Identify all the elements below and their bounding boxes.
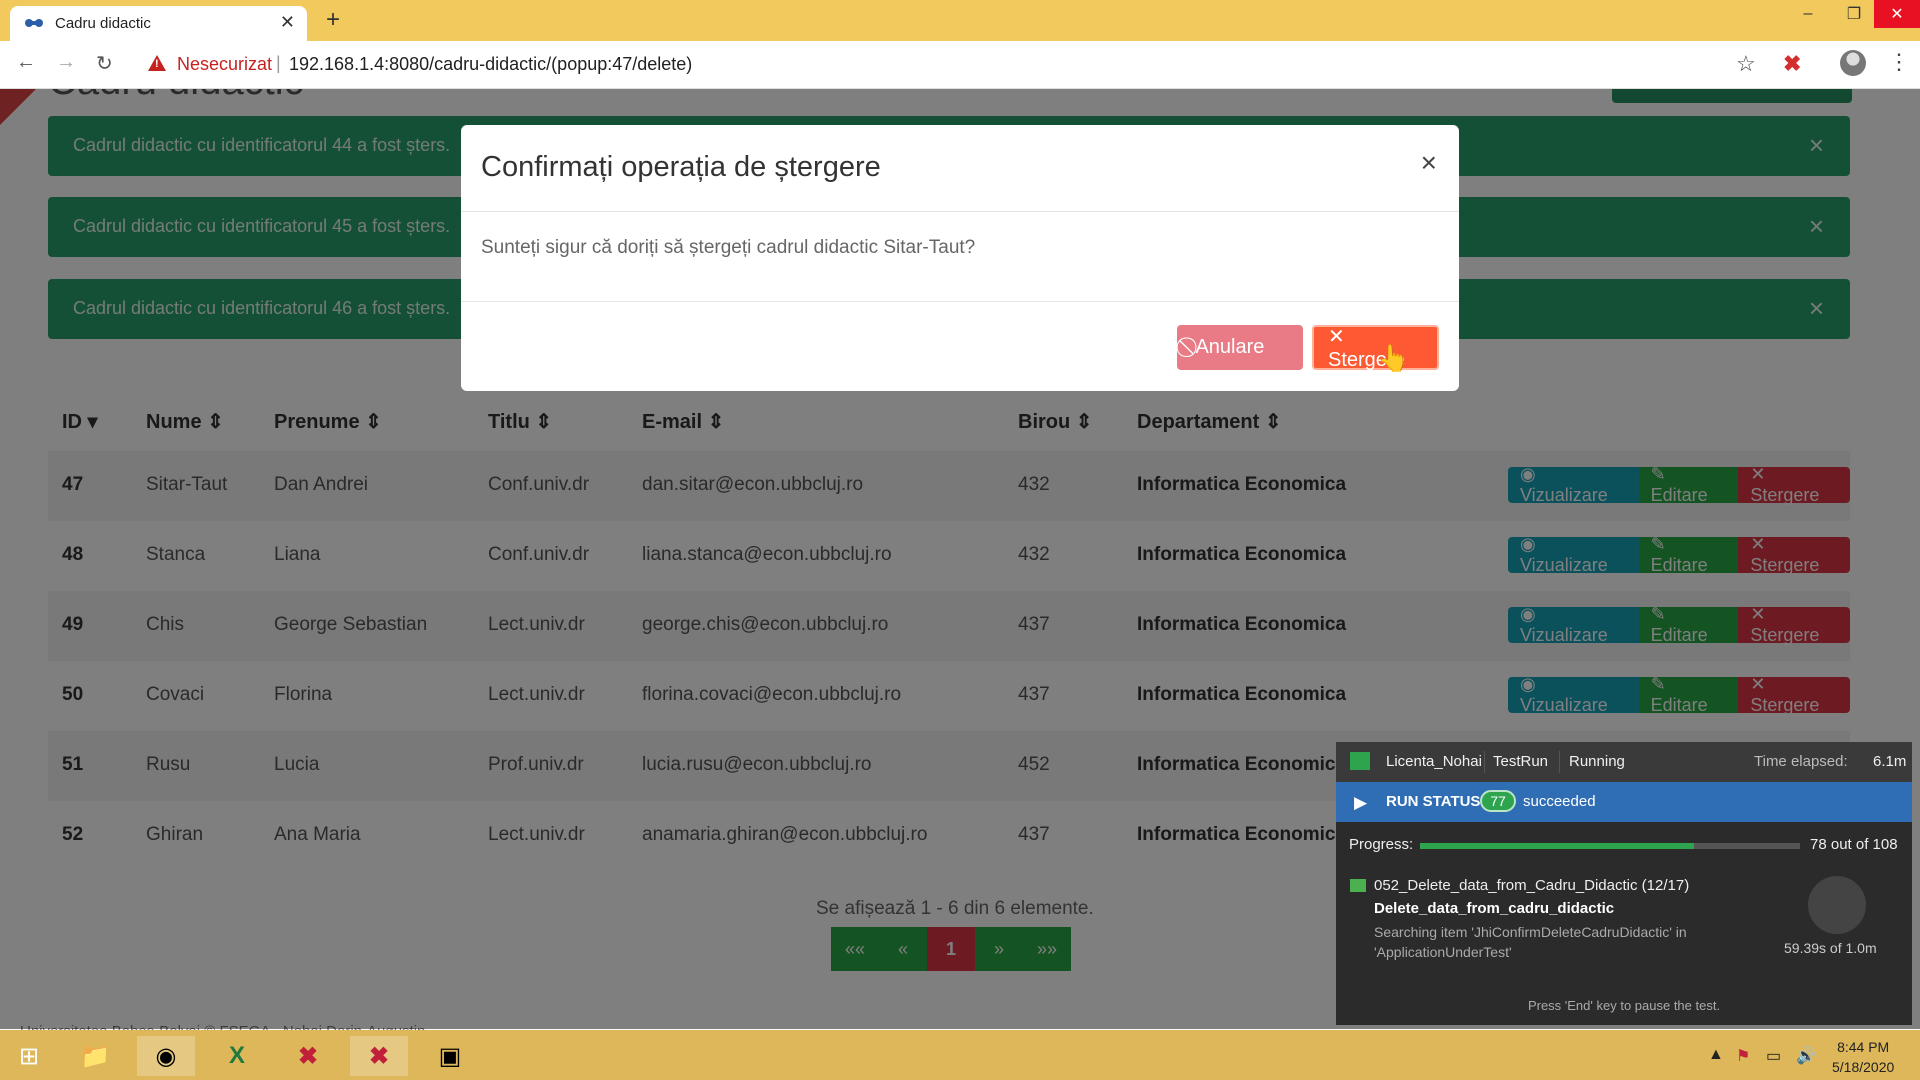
- timeout-progress-icon: [1808, 876, 1866, 934]
- tray-expand-icon[interactable]: ▲: [1708, 1046, 1724, 1064]
- browser-toolbar: ← → ↻ ! Nesecurizat | 192.168.1.4:8080/c…: [0, 41, 1920, 89]
- file-explorer-icon[interactable]: 📁: [66, 1036, 124, 1076]
- reload-icon[interactable]: ↻: [96, 51, 113, 76]
- excel-icon[interactable]: X: [208, 1036, 266, 1076]
- current-action: Searching item 'JhiConfirmDeleteCadruDid…: [1374, 924, 1687, 960]
- tab-title: Cadru didactic: [55, 15, 151, 32]
- clock[interactable]: 8:44 PM 5/18/2020: [1832, 1037, 1894, 1077]
- confirm-delete-button[interactable]: ✕ Stergere: [1312, 325, 1439, 371]
- divider: [1484, 751, 1485, 773]
- timeout-value: 59.39s of 1.0m: [1784, 940, 1877, 956]
- forward-icon[interactable]: →: [56, 51, 76, 74]
- clock-time: 8:44 PM: [1837, 1039, 1890, 1055]
- network-icon[interactable]: ▭: [1766, 1046, 1781, 1066]
- hand-cursor-icon: 👆: [1377, 343, 1410, 373]
- volume-icon[interactable]: 🔊: [1796, 1046, 1816, 1066]
- tray-flag-icon[interactable]: ⚑: [1736, 1046, 1750, 1066]
- run-status-bar: ▶ RUN STATUS 77 succeeded: [1336, 782, 1912, 822]
- warning-icon[interactable]: !: [148, 55, 166, 71]
- browser-titlebar: Cadru didactic ✕ + – ❐ ✕: [0, 0, 1920, 41]
- new-tab-button[interactable]: +: [326, 6, 340, 34]
- windows-start-icon[interactable]: ⊞: [0, 1036, 58, 1076]
- divider: [1559, 751, 1560, 773]
- progress-bar: [1420, 843, 1800, 849]
- flag-icon: [1350, 752, 1370, 770]
- test-run-header: Licenta_Nohai TestRun Running Time elaps…: [1336, 742, 1912, 782]
- app-window-icon[interactable]: ▣: [421, 1036, 479, 1076]
- succeeded-label: succeeded: [1523, 793, 1596, 810]
- bookmark-star-icon[interactable]: ☆: [1736, 51, 1756, 77]
- play-icon[interactable]: ▶: [1354, 793, 1367, 813]
- profile-avatar[interactable]: [1840, 50, 1866, 76]
- taskbar: ⊞ 📁 ◉ X ✖ ✖ ▣ ▲ ⚑ ▭ 🔊 8:44 PM 5/18/2020: [0, 1030, 1920, 1080]
- succeeded-count-badge: 77: [1480, 790, 1516, 812]
- confirm-delete-modal: Confirmați operația de ștergere × Sunteț…: [461, 125, 1459, 391]
- ranorex-runner-icon[interactable]: ✖: [350, 1036, 408, 1076]
- site-favicon-icon: [25, 19, 43, 27]
- browser-menu-icon[interactable]: ⋮: [1888, 49, 1910, 75]
- project-name: Licenta_Nohai: [1386, 753, 1482, 770]
- address-separator: |: [276, 53, 281, 73]
- tab-close-icon[interactable]: ✕: [280, 12, 295, 33]
- extension-icon[interactable]: ✖: [1783, 51, 1801, 77]
- test-run-panel: Licenta_Nohai TestRun Running Time elaps…: [1336, 742, 1912, 1025]
- address-bar[interactable]: 192.168.1.4:8080/cadru-didactic/(popup:4…: [289, 54, 692, 75]
- modal-message: Sunteți sigur că doriți să ștergeți cadr…: [481, 237, 976, 258]
- modal-footer: ⃠ Anulare ✕ Stergere: [461, 301, 1459, 392]
- progress-label: Progress:: [1349, 836, 1414, 853]
- cancel-button[interactable]: ⃠ Anulare: [1177, 325, 1303, 370]
- close-window-button[interactable]: ✕: [1874, 0, 1920, 28]
- maximize-button[interactable]: ❐: [1831, 0, 1877, 28]
- minimize-button[interactable]: –: [1785, 0, 1831, 28]
- clock-date: 5/18/2020: [1832, 1059, 1895, 1075]
- pause-hint: Press 'End' key to pause the test.: [1527, 998, 1721, 1013]
- back-icon[interactable]: ←: [16, 51, 36, 74]
- time-elapsed-label: Time elapsed:: [1754, 753, 1848, 770]
- run-status-label: RUN STATUS: [1386, 793, 1481, 810]
- insecure-label[interactable]: Nesecurizat: [177, 54, 272, 75]
- progress-count: 78 out of 108: [1810, 836, 1898, 853]
- chrome-icon[interactable]: ◉: [137, 1036, 195, 1076]
- current-module: Delete_data_from_cadru_didactic: [1374, 900, 1615, 917]
- current-test-case: 052_Delete_data_from_Cadru_Didactic (12/…: [1374, 877, 1690, 894]
- modal-close-icon[interactable]: ×: [1421, 147, 1437, 179]
- modal-title: Confirmați operația de ștergere: [481, 151, 881, 183]
- modal-header: Confirmați operația de ștergere ×: [461, 125, 1459, 212]
- time-elapsed-value: 6.1m: [1873, 753, 1907, 770]
- run-state: Running: [1569, 753, 1625, 770]
- progress-bar-fill: [1420, 843, 1695, 849]
- ranorex-studio-icon[interactable]: ✖: [279, 1036, 337, 1076]
- browser-tab[interactable]: Cadru didactic ✕: [10, 6, 307, 41]
- run-name: TestRun: [1493, 753, 1549, 770]
- test-module-icon: [1350, 879, 1366, 892]
